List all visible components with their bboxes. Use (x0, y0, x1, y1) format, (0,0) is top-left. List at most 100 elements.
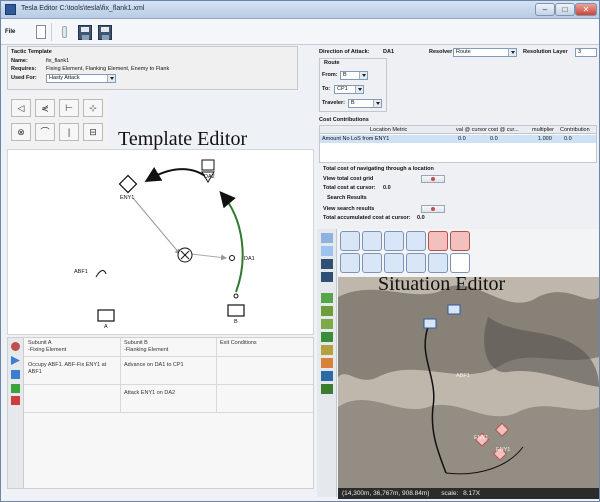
cost-layer-icon[interactable] (321, 345, 333, 355)
marker-pin-icon[interactable] (472, 231, 492, 251)
pointer-tool[interactable] (321, 233, 333, 243)
tool-unit[interactable]: ⊟ (83, 123, 103, 141)
col-location-metric: Location Metric (370, 127, 408, 133)
water-layer-icon[interactable] (321, 371, 333, 381)
tool-arc[interactable]: ⌒ (35, 123, 55, 141)
route-header: Route (324, 60, 340, 66)
road-layer-icon[interactable] (321, 332, 333, 342)
col-contribution: Contribution (560, 127, 590, 133)
table-cell[interactable]: Attack ENY1 on DA2 (124, 390, 214, 397)
record-icon[interactable] (11, 342, 20, 351)
symbol-palette (338, 229, 599, 277)
table-cell[interactable]: Advance on DA1 to CP1 (124, 362, 214, 369)
resolution-layer-value: 3 (578, 49, 582, 55)
from-select[interactable]: B (340, 71, 368, 80)
tactic-template-panel: Tactic Template Name: fix_flank1 Require… (7, 46, 298, 90)
resolver-select[interactable]: Route (453, 48, 517, 57)
column-divider (216, 338, 217, 412)
remove-icon[interactable] (11, 396, 20, 405)
save-as-icon[interactable] (321, 272, 333, 282)
to-label: To: (322, 86, 331, 92)
view-search-results-button[interactable] (421, 205, 445, 213)
unit-symbol-infantry[interactable] (340, 231, 360, 251)
tool-boundary[interactable]: ⊢ (59, 99, 79, 117)
tool-objective[interactable]: ⊗ (11, 123, 31, 141)
maximize-button[interactable]: □ (555, 3, 575, 16)
resolution-layer-label: Resolution Layer (523, 49, 568, 55)
tool-arrow-left[interactable]: ◁ (11, 99, 31, 117)
direction-label: Direction of Attack: (319, 49, 370, 55)
resolver-label: Resolver (429, 49, 453, 55)
unit-symbol-engineer[interactable] (384, 253, 404, 273)
terrain-layer-icon[interactable] (321, 293, 333, 303)
unit-symbol-artillery[interactable] (340, 253, 360, 273)
unit-symbol-mech[interactable] (406, 231, 426, 251)
open-button[interactable] (55, 22, 72, 42)
row-divider (24, 412, 314, 413)
traveler-label: Traveler: (322, 100, 345, 106)
chevron-down-icon (355, 86, 363, 93)
traveler-select[interactable]: B (348, 99, 382, 108)
unit-symbol-armor[interactable] (384, 231, 404, 251)
unit-label-eny1: ENY1 (120, 195, 135, 201)
map-status-bar: (14,300m, 36,767m, 908.84m) scale: 8.17X (338, 488, 599, 499)
tool-line[interactable]: | (59, 123, 79, 141)
route-group: Route From: B To: CP1 Traveler: B (319, 58, 387, 112)
view-total-cost-button[interactable] (421, 175, 445, 183)
save-button[interactable] (75, 22, 92, 42)
status-coordinates: (14,300m, 36,767m, 908.84m) (342, 490, 430, 497)
unit-symbol-aviation[interactable] (362, 253, 382, 273)
new-document-button[interactable] (31, 22, 48, 42)
add-icon[interactable] (11, 384, 20, 393)
situation-map[interactable]: Situation Editor ABF1 ENY1 ENY1 (338, 277, 599, 488)
column-header-subunit-a: Subunit A -Fixing Element (28, 340, 67, 353)
vegetation-layer-icon[interactable] (321, 306, 333, 316)
file-menu[interactable]: File (5, 22, 19, 42)
column-divider (120, 338, 121, 412)
select-tool[interactable] (321, 246, 333, 256)
play-icon[interactable] (11, 356, 20, 365)
list-icon[interactable] (11, 370, 20, 379)
traveler-value: B (351, 100, 355, 106)
save-icon[interactable] (321, 259, 333, 269)
resolution-layer-spinner[interactable]: 3 (575, 48, 597, 57)
unit-symbol-air-defense[interactable] (406, 253, 426, 273)
to-select[interactable]: CP1 (334, 85, 364, 94)
minimize-button[interactable]: – (535, 3, 555, 16)
threat-layer-icon[interactable] (321, 358, 333, 368)
subunit-table: Subunit A -Fixing Element Subunit B -Fla… (7, 337, 314, 489)
unit-symbol-recon[interactable] (362, 231, 382, 251)
used-for-select[interactable]: Hasty Attack (46, 74, 116, 83)
table-cell[interactable]: Occupy ABF1. ABF-Fix ENY1 at ABF1 (28, 362, 118, 376)
cost-contributions-header: Cost Contributions (319, 117, 369, 123)
unit-label-abf1: ABF1 (74, 269, 88, 275)
chevron-down-icon (508, 49, 516, 56)
visibility-layer-icon[interactable] (321, 384, 333, 394)
total-cost-header: Total cost of navigating through a locat… (323, 166, 434, 172)
situation-tool-strip (317, 229, 337, 497)
tool-checkpoint[interactable]: ⊹ (83, 99, 103, 117)
unit-symbol-supply[interactable] (428, 253, 448, 273)
total-cost-at-cursor-value: 0.0 (383, 185, 391, 191)
tool-support-by-fire[interactable]: ⋞ (35, 99, 55, 117)
column-header-exit-conditions: Exit Conditions (220, 340, 257, 346)
close-button[interactable]: ✕ (575, 3, 597, 16)
from-label: From: (322, 72, 338, 78)
toolbar: File (1, 19, 599, 45)
unit-symbol-checkpoint[interactable] (450, 253, 470, 273)
col-multiplier: multiplier (532, 127, 555, 133)
unit-label-da1: DA1 (244, 256, 255, 262)
enemy-symbol-infantry[interactable] (428, 231, 448, 251)
save-as-button[interactable] (95, 22, 112, 42)
resolver-value: Route (456, 49, 471, 55)
col-cost-at-cursor: cost @ cur... (488, 127, 519, 133)
template-canvas[interactable]: Template Editor DA2 ENY1 DA1 ABF1 A B (7, 128, 314, 335)
enemy-symbol-armor[interactable] (450, 231, 470, 251)
used-for-value: Hasty Attack (49, 75, 80, 81)
cost-table: Location Metric val @ cursor cost @ cur.… (319, 125, 597, 163)
cost-row-multiplier: 1.000 (538, 136, 552, 142)
elevation-layer-icon[interactable] (321, 319, 333, 329)
open-icon (62, 26, 67, 38)
row-divider (24, 356, 314, 357)
from-value: B (343, 72, 347, 78)
